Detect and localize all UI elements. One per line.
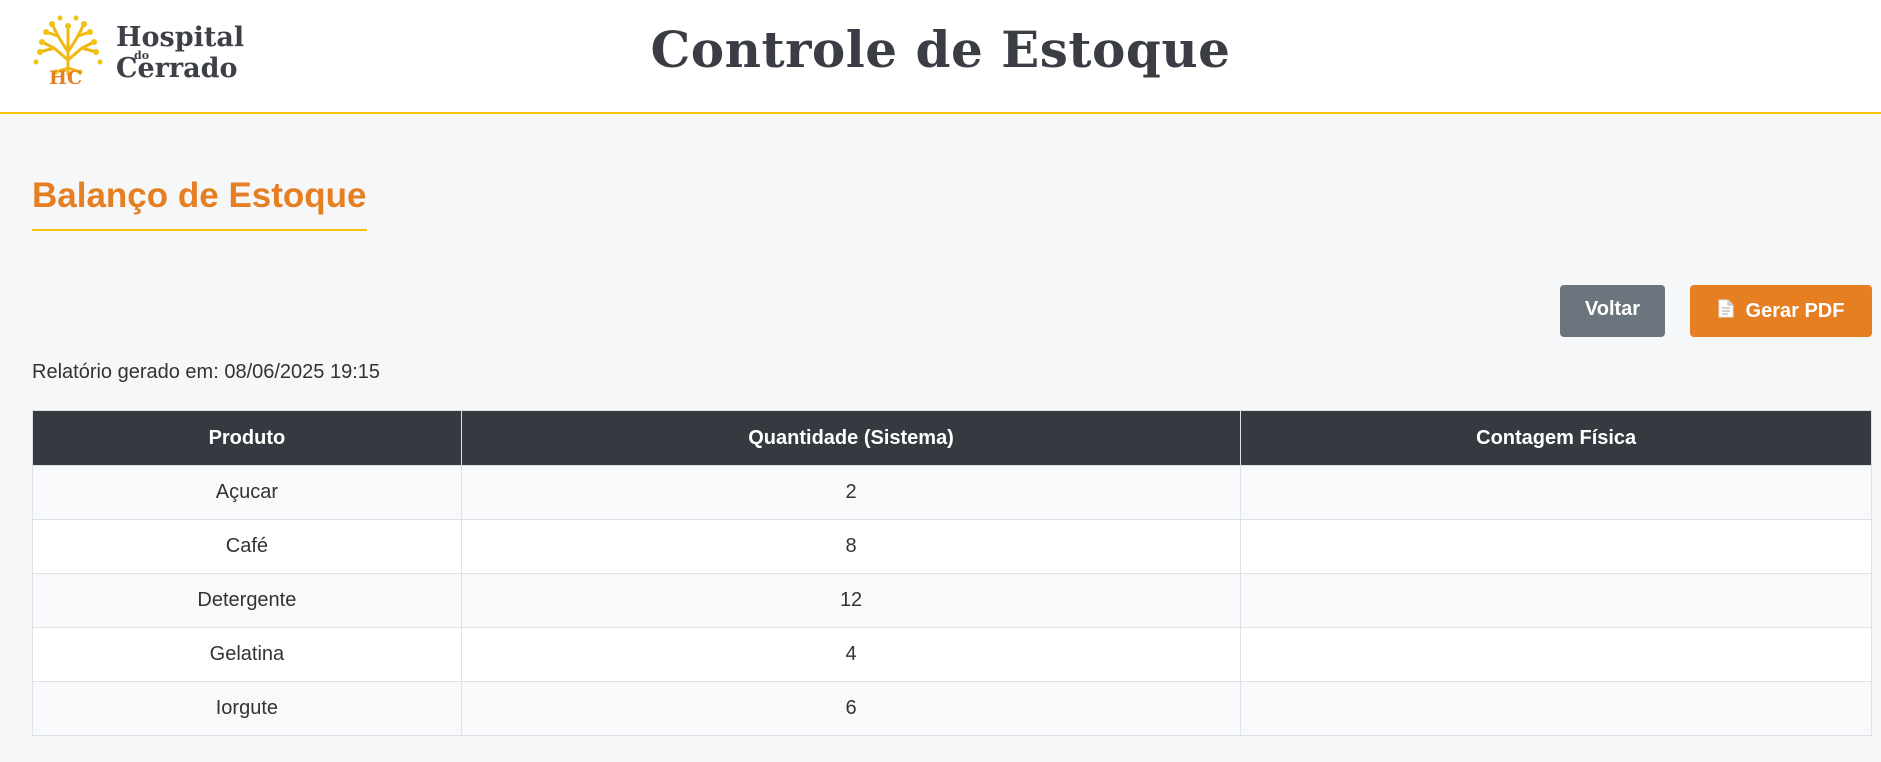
physical-count-cell[interactable] <box>1240 627 1872 682</box>
physical-count-cell[interactable] <box>1240 465 1872 520</box>
product-cell: Gelatina <box>32 627 462 682</box>
physical-count-cell[interactable] <box>1240 573 1872 628</box>
physical-count-cell[interactable] <box>1240 681 1872 736</box>
physical-count-cell[interactable] <box>1240 519 1872 574</box>
back-button-label: Voltar <box>1584 298 1641 320</box>
back-button[interactable]: Voltar <box>1560 285 1665 337</box>
product-cell: Iorgute <box>32 681 462 736</box>
table-row: Iorgute 6 <box>32 681 1872 736</box>
section-title: Balanço de Estoque <box>32 176 367 231</box>
table-row: Detergente 12 <box>32 573 1872 628</box>
generate-pdf-label: Gerar PDF <box>1745 300 1845 322</box>
system-quantity-cell: 8 <box>460 519 1242 574</box>
product-cell: Café <box>32 519 462 574</box>
inventory-table: Produto Quantidade (Sistema) Contagem Fí… <box>32 410 1872 736</box>
system-quantity-cell: 6 <box>460 681 1242 736</box>
generate-pdf-button[interactable]: Gerar PDF <box>1690 285 1872 337</box>
page-title: Controle de Estoque <box>650 20 1231 79</box>
system-quantity-cell: 12 <box>460 573 1242 628</box>
document-icon <box>1718 299 1734 324</box>
report-generated-date: Relatório gerado em: 08/06/2025 19:15 <box>32 361 381 383</box>
system-quantity-cell: 2 <box>460 465 1242 520</box>
system-quantity-cell: 4 <box>460 627 1242 682</box>
table-row: Gelatina 4 <box>32 627 1872 682</box>
product-cell: Detergente <box>32 573 462 628</box>
table-header-row: Produto Quantidade (Sistema) Contagem Fí… <box>32 410 1872 466</box>
app-header: HC Hospital do Cerrado Controle de Estoq… <box>0 0 1881 114</box>
column-header-system-quantity: Quantidade (Sistema) <box>460 410 1242 466</box>
column-header-product: Produto <box>32 410 462 466</box>
table-row: Café 8 <box>32 519 1872 574</box>
product-cell: Açucar <box>32 465 462 520</box>
table-row: Açucar 2 <box>32 465 1872 520</box>
column-header-physical-count: Contagem Física <box>1240 410 1872 466</box>
